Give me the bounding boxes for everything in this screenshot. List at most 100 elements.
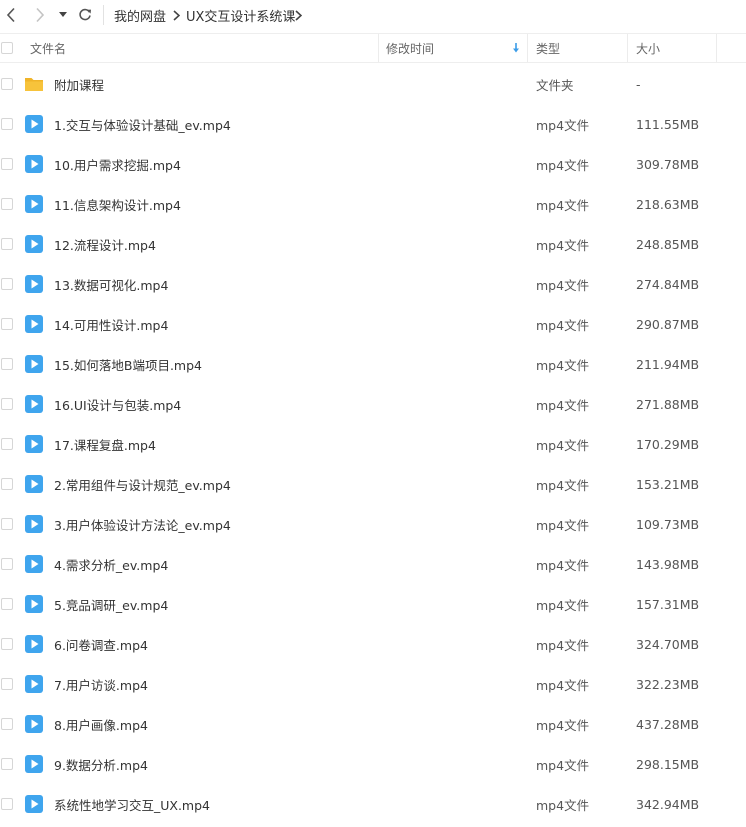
column-header-size[interactable]: 大小 (636, 34, 716, 62)
file-name[interactable]: 1.交互与体验设计基础_ev.mp4 (54, 104, 231, 144)
file-name[interactable]: 5.竞品调研_ev.mp4 (54, 584, 168, 624)
row-checkbox[interactable] (1, 678, 13, 690)
file-type: mp4文件 (536, 357, 590, 373)
row-checkbox[interactable] (1, 278, 13, 290)
row-checkbox[interactable] (1, 198, 13, 210)
file-row[interactable]: 3.用户体验设计方法论_ev.mp4 mp4文件 109.73MB (0, 504, 746, 544)
file-type: mp4文件 (536, 317, 590, 333)
row-checkbox[interactable] (1, 78, 13, 90)
forward-button[interactable] (30, 4, 50, 26)
file-name[interactable]: 15.如何落地B端项目.mp4 (54, 344, 202, 384)
file-row[interactable]: 6.问卷调查.mp4 mp4文件 324.70MB (0, 624, 746, 664)
row-checkbox[interactable] (1, 638, 13, 650)
file-type: mp4文件 (536, 277, 590, 293)
file-row[interactable]: 7.用户访谈.mp4 mp4文件 322.23MB (0, 664, 746, 704)
row-checkbox[interactable] (1, 598, 13, 610)
file-row[interactable]: 8.用户画像.mp4 mp4文件 437.28MB (0, 704, 746, 744)
row-checkbox[interactable] (1, 238, 13, 250)
video-file-icon (24, 514, 44, 534)
row-checkbox[interactable] (1, 398, 13, 410)
file-size: - (636, 76, 641, 92)
file-size: 274.84MB (636, 276, 700, 292)
file-row[interactable]: 12.流程设计.mp4 mp4文件 248.85MB (0, 224, 746, 264)
file-list-header: 文件名 修改时间 类型 大小 (0, 33, 746, 63)
file-row[interactable]: 4.需求分析_ev.mp4 mp4文件 143.98MB (0, 544, 746, 584)
file-row[interactable]: 系统性地学习交互_UX.mp4 mp4文件 342.94MB (0, 784, 746, 824)
file-type: mp4文件 (536, 437, 590, 453)
chevron-left-icon (6, 7, 15, 23)
row-checkbox[interactable] (1, 798, 13, 810)
file-type: mp4文件 (536, 477, 590, 493)
file-size: 290.87MB (636, 316, 700, 332)
file-name[interactable]: 14.可用性设计.mp4 (54, 304, 168, 344)
caret-down-icon (59, 12, 67, 17)
history-dropdown-button[interactable] (55, 6, 71, 24)
row-checkbox[interactable] (1, 438, 13, 450)
file-size: 153.21MB (636, 476, 700, 492)
file-type: 文件夹 (536, 77, 574, 93)
file-row[interactable]: 14.可用性设计.mp4 mp4文件 290.87MB (0, 304, 746, 344)
file-type: mp4文件 (536, 597, 590, 613)
file-name[interactable]: 4.需求分析_ev.mp4 (54, 544, 168, 584)
row-checkbox[interactable] (1, 318, 13, 330)
row-checkbox[interactable] (1, 718, 13, 730)
row-checkbox[interactable] (1, 358, 13, 370)
video-file-icon (24, 154, 44, 174)
video-file-icon (24, 634, 44, 654)
file-name[interactable]: 3.用户体验设计方法论_ev.mp4 (54, 504, 231, 544)
file-name[interactable]: 7.用户访谈.mp4 (54, 664, 148, 704)
file-name[interactable]: 6.问卷调查.mp4 (54, 624, 148, 664)
row-checkbox[interactable] (1, 118, 13, 130)
row-checkbox[interactable] (1, 158, 13, 170)
column-header-modified-label: 修改时间 (386, 41, 435, 56)
file-row[interactable]: 5.竞品调研_ev.mp4 mp4文件 157.31MB (0, 584, 746, 624)
file-type: mp4文件 (536, 797, 590, 813)
column-header-name[interactable]: 文件名 (30, 34, 378, 62)
file-row[interactable]: 2.常用组件与设计规范_ev.mp4 mp4文件 153.21MB (0, 464, 746, 504)
file-name[interactable]: 13.数据可视化.mp4 (54, 264, 168, 304)
file-name[interactable]: 2.常用组件与设计规范_ev.mp4 (54, 464, 231, 504)
row-checkbox[interactable] (1, 558, 13, 570)
file-row[interactable]: 9.数据分析.mp4 mp4文件 298.15MB (0, 744, 746, 784)
file-size: 309.78MB (636, 156, 700, 172)
column-divider (716, 34, 717, 62)
breadcrumb-item-my-drive[interactable]: 我的网盘 (114, 0, 166, 30)
video-file-icon (24, 114, 44, 134)
video-file-icon (24, 754, 44, 774)
column-header-type[interactable]: 类型 (536, 34, 626, 62)
column-header-modified[interactable]: 修改时间 (386, 34, 526, 62)
row-checkbox[interactable] (1, 758, 13, 770)
file-type: mp4文件 (536, 197, 590, 213)
select-all-checkbox[interactable] (1, 42, 13, 54)
file-name[interactable]: 10.用户需求挖掘.mp4 (54, 144, 181, 184)
column-divider (378, 34, 379, 62)
file-name[interactable]: 16.UI设计与包装.mp4 (54, 384, 181, 424)
file-name[interactable]: 8.用户画像.mp4 (54, 704, 148, 744)
file-row[interactable]: 15.如何落地B端项目.mp4 mp4文件 211.94MB (0, 344, 746, 384)
file-name[interactable]: 11.信息架构设计.mp4 (54, 184, 181, 224)
file-row[interactable]: 16.UI设计与包装.mp4 mp4文件 271.88MB (0, 384, 746, 424)
file-type: mp4文件 (536, 717, 590, 733)
file-row[interactable]: 17.课程复盘.mp4 mp4文件 170.29MB (0, 424, 746, 464)
file-size: 111.55MB (636, 116, 700, 132)
file-row[interactable]: 11.信息架构设计.mp4 mp4文件 218.63MB (0, 184, 746, 224)
file-row[interactable]: 13.数据可视化.mp4 mp4文件 274.84MB (0, 264, 746, 304)
toolbar-divider (103, 5, 104, 25)
folder-row[interactable]: 附加课程 文件夹 - (0, 64, 746, 104)
video-file-icon (24, 594, 44, 614)
file-name[interactable]: 附加课程 (54, 64, 104, 104)
back-button[interactable] (1, 4, 21, 26)
refresh-button[interactable] (75, 4, 95, 26)
file-name[interactable]: 12.流程设计.mp4 (54, 224, 156, 264)
row-checkbox[interactable] (1, 478, 13, 490)
breadcrumb-item-current-folder[interactable]: UX交互设计系统课 (186, 0, 295, 30)
file-row[interactable]: 1.交互与体验设计基础_ev.mp4 mp4文件 111.55MB (0, 104, 746, 144)
file-name[interactable]: 17.课程复盘.mp4 (54, 424, 156, 464)
file-name[interactable]: 9.数据分析.mp4 (54, 744, 148, 784)
chevron-right-icon (36, 7, 45, 23)
row-checkbox[interactable] (1, 518, 13, 530)
file-type: mp4文件 (536, 157, 590, 173)
video-file-icon (24, 474, 44, 494)
file-name[interactable]: 系统性地学习交互_UX.mp4 (54, 784, 210, 824)
file-row[interactable]: 10.用户需求挖掘.mp4 mp4文件 309.78MB (0, 144, 746, 184)
